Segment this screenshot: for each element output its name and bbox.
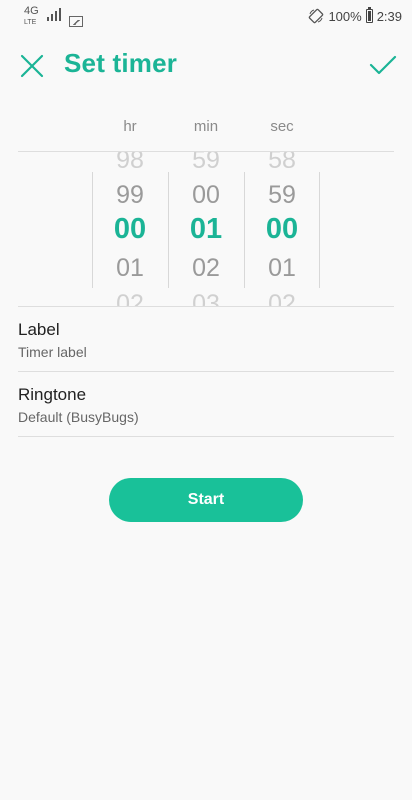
wheel-value: 59 xyxy=(192,152,220,174)
status-bar-left: 4G LTE xyxy=(24,6,83,32)
wheel-value-selected: 00 xyxy=(265,213,299,245)
wheel-value-selected: 00 xyxy=(113,213,147,245)
signal-icon xyxy=(46,8,61,21)
auto-rotate-icon xyxy=(309,8,324,24)
image-notification-icon xyxy=(68,16,83,27)
battery-icon xyxy=(365,7,373,23)
seconds-header: sec xyxy=(270,118,294,135)
seconds-wheel[interactable]: 58 59 00 01 02 xyxy=(244,152,320,306)
wheel-value: 00 xyxy=(192,181,220,209)
wheel-value: 99 xyxy=(116,181,144,209)
divider xyxy=(18,436,394,437)
picker-headers: hr min sec xyxy=(0,118,412,138)
label-title: Label xyxy=(18,320,60,339)
time-picker: 98 99 00 01 02 59 00 01 02 03 58 59 00 0… xyxy=(0,152,412,306)
wheel-value: 02 xyxy=(268,290,296,306)
wheel-value-selected: 01 xyxy=(189,213,223,245)
wheel-separator xyxy=(244,172,245,288)
ringtone-value: Default (BusyBugs) xyxy=(18,409,139,425)
hours-wheel[interactable]: 98 99 00 01 02 xyxy=(92,152,168,306)
wheel-value: 01 xyxy=(116,254,144,282)
ringtone-setting[interactable]: Ringtone Default (BusyBugs) xyxy=(18,385,394,425)
network-indicator: 4G LTE xyxy=(24,6,39,32)
network-type: 4G xyxy=(24,5,39,17)
divider xyxy=(18,306,394,307)
hours-header: hr xyxy=(123,118,137,135)
divider xyxy=(18,371,394,372)
start-button[interactable]: Start xyxy=(109,478,303,522)
wheel-value: 59 xyxy=(268,181,296,209)
wheel-value: 03 xyxy=(192,290,220,306)
ringtone-title: Ringtone xyxy=(18,385,87,404)
label-value: Timer label xyxy=(18,344,87,360)
status-bar: 4G LTE 100% 2:39 xyxy=(0,0,412,34)
wheel-value: 02 xyxy=(192,254,220,282)
minutes-wheel[interactable]: 59 00 01 02 03 xyxy=(168,152,244,306)
minutes-header: min xyxy=(193,118,219,135)
close-icon[interactable] xyxy=(16,50,48,82)
status-bar-right: 100% 2:39 xyxy=(308,7,402,24)
wheel-separator xyxy=(92,172,93,288)
wheel-value: 58 xyxy=(268,152,296,174)
wheel-separator xyxy=(168,172,169,288)
wheel-value: 01 xyxy=(268,254,296,282)
clock: 2:39 xyxy=(376,8,402,24)
wheel-value: 98 xyxy=(116,152,144,174)
label-setting[interactable]: Label Timer label xyxy=(18,320,394,360)
page-title: Set timer xyxy=(64,48,178,78)
check-icon[interactable] xyxy=(368,52,398,78)
wheel-value: 02 xyxy=(116,290,144,306)
wheel-separator xyxy=(319,172,320,288)
battery-percent: 100% xyxy=(328,8,362,24)
app-header: Set timer xyxy=(0,40,412,90)
network-sub: LTE xyxy=(24,19,37,26)
